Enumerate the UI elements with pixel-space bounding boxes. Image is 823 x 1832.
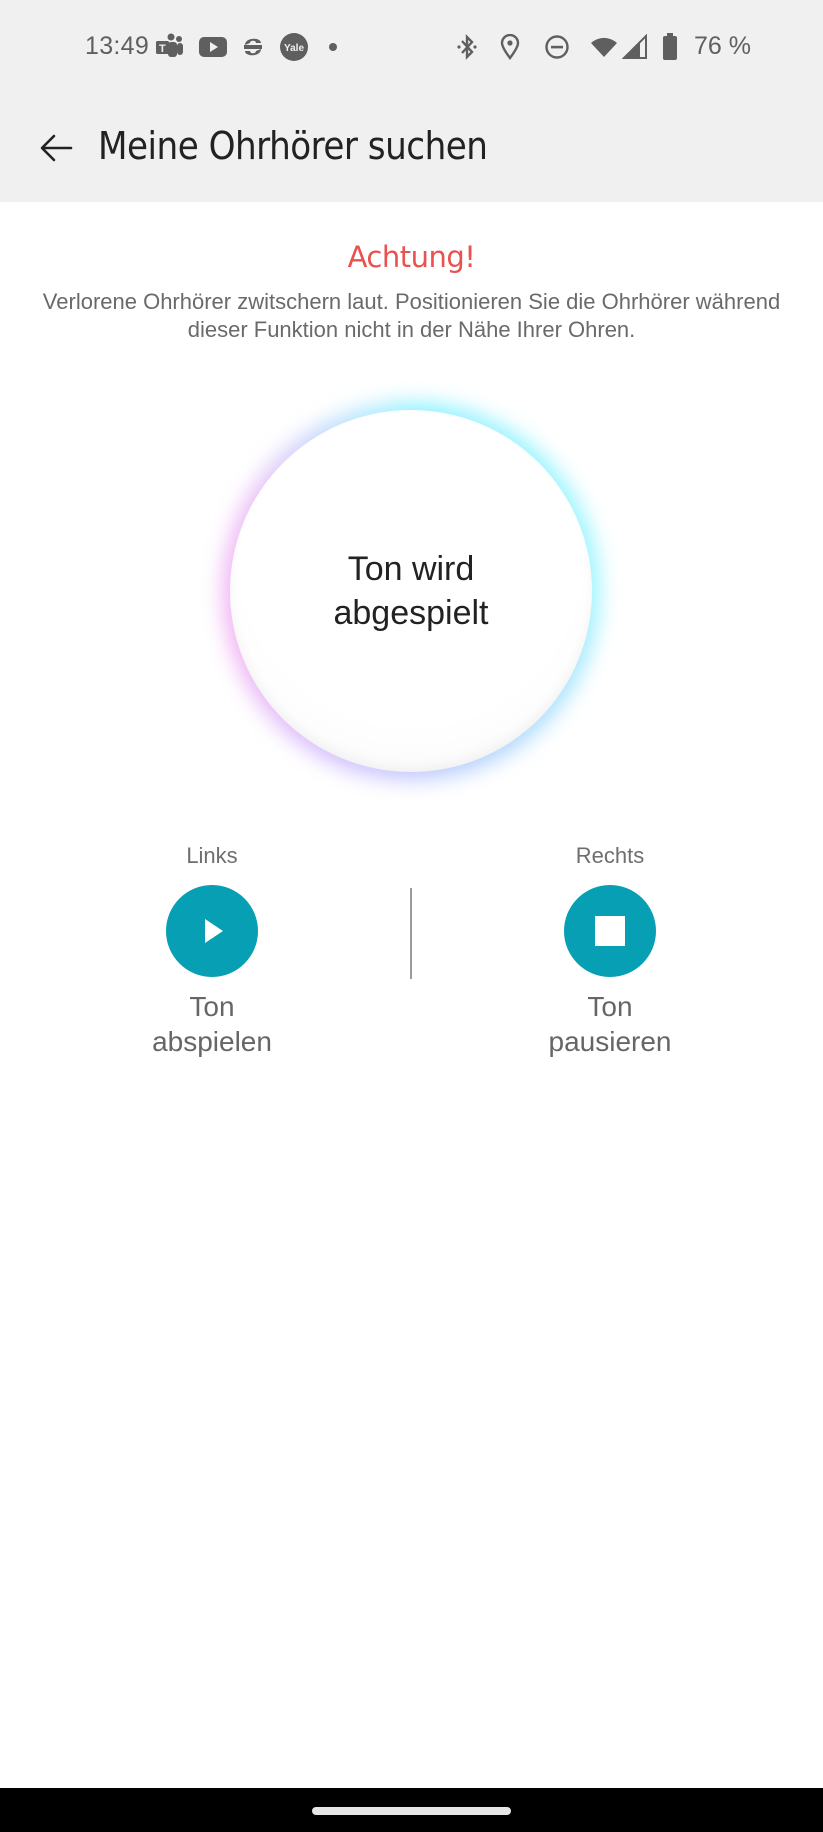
more-dot-icon (323, 42, 343, 52)
stop-icon (595, 916, 625, 946)
svg-text:T: T (159, 43, 166, 55)
status-line-2: abgespielt (333, 594, 489, 632)
control-divider (410, 888, 412, 979)
stop-label-line-2: pausieren (548, 1026, 672, 1057)
location-icon (500, 34, 520, 60)
status-disc-text: Ton wird abgespielt (333, 547, 488, 635)
play-icon (205, 919, 223, 943)
system-icons (456, 32, 678, 62)
battery-percent: 76 % (694, 32, 751, 60)
teams-icon: T (155, 33, 185, 61)
right-earbud-control: Rechts Ton pausieren (510, 843, 710, 1059)
play-sound-label: Ton abspielen (112, 989, 312, 1059)
status-bar: 13:49 T Yale 76 % (0, 0, 823, 98)
play-sound-button[interactable] (166, 885, 258, 977)
wifi-icon (590, 35, 618, 59)
arrow-left-icon (40, 134, 73, 162)
left-earbud-control: Links Ton abspielen (112, 843, 312, 1059)
page-title: Meine Ohrhörer suchen (98, 124, 488, 168)
do-not-disturb-icon (544, 34, 570, 60)
back-button[interactable] (36, 126, 80, 170)
status-time: 13:49 (85, 32, 150, 60)
status-disc: Ton wird abgespielt (230, 410, 592, 772)
play-label-line-1: Ton (189, 991, 235, 1022)
app-bar: Meine Ohrhörer suchen (0, 98, 823, 202)
warning-title: Achtung! (347, 240, 476, 274)
warning-text: Verlorene Ohrhörer zwitschern laut. Posi… (42, 289, 781, 342)
play-label-line-2: abspielen (152, 1026, 272, 1057)
stop-sound-label: Ton pausieren (510, 989, 710, 1059)
svg-text:Yale: Yale (284, 43, 304, 54)
navigation-bar (0, 1788, 823, 1832)
notification-icons: T Yale (155, 32, 343, 62)
cell-signal-icon (622, 34, 648, 60)
stop-label-line-1: Ton (587, 991, 633, 1022)
home-gesture-handle[interactable] (312, 1807, 511, 1815)
stop-sound-button[interactable] (564, 885, 656, 977)
status-line-1: Ton wird (347, 550, 475, 588)
left-side-label: Links (186, 843, 238, 868)
s-app-icon (241, 35, 265, 59)
battery-icon (662, 33, 678, 61)
bluetooth-icon (456, 34, 478, 60)
right-side-label: Rechts (575, 843, 645, 868)
youtube-icon (199, 36, 227, 58)
yale-icon: Yale (279, 32, 309, 62)
